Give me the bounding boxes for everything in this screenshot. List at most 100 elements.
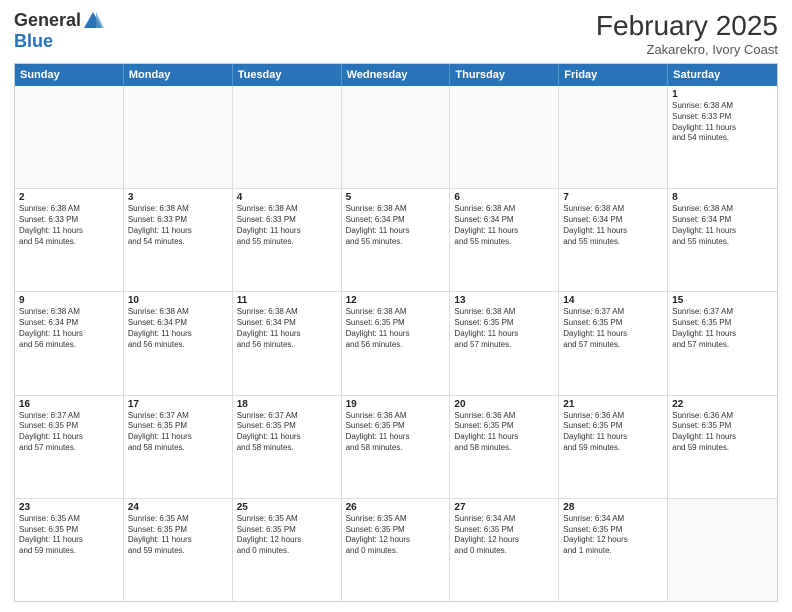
calendar-cell-day-18: 18Sunrise: 6:37 AMSunset: 6:35 PMDayligh…: [233, 396, 342, 498]
calendar-cell-day-2: 2Sunrise: 6:38 AMSunset: 6:33 PMDaylight…: [15, 189, 124, 291]
cell-info: Sunrise: 6:35 AMSunset: 6:35 PMDaylight:…: [237, 514, 337, 557]
cell-info: Sunrise: 6:37 AMSunset: 6:35 PMDaylight:…: [128, 411, 228, 454]
cell-info: Sunrise: 6:36 AMSunset: 6:35 PMDaylight:…: [454, 411, 554, 454]
calendar-cell-day-16: 16Sunrise: 6:37 AMSunset: 6:35 PMDayligh…: [15, 396, 124, 498]
day-number: 15: [672, 295, 773, 306]
calendar-cell-day-6: 6Sunrise: 6:38 AMSunset: 6:34 PMDaylight…: [450, 189, 559, 291]
calendar-cell-day-26: 26Sunrise: 6:35 AMSunset: 6:35 PMDayligh…: [342, 499, 451, 601]
calendar-cell-empty: [668, 499, 777, 601]
calendar-cell-day-3: 3Sunrise: 6:38 AMSunset: 6:33 PMDaylight…: [124, 189, 233, 291]
day-number: 20: [454, 399, 554, 410]
logo-blue: Blue: [14, 32, 104, 50]
day-number: 23: [19, 502, 119, 513]
cell-info: Sunrise: 6:38 AMSunset: 6:33 PMDaylight:…: [672, 101, 773, 144]
calendar-cell-empty: [15, 86, 124, 188]
calendar-cell-day-15: 15Sunrise: 6:37 AMSunset: 6:35 PMDayligh…: [668, 292, 777, 394]
day-number: 16: [19, 399, 119, 410]
title-block: February 2025 Zakarekro, Ivory Coast: [596, 10, 778, 57]
calendar-row-2: 9Sunrise: 6:38 AMSunset: 6:34 PMDaylight…: [15, 292, 777, 395]
day-number: 18: [237, 399, 337, 410]
calendar-cell-empty: [124, 86, 233, 188]
cell-info: Sunrise: 6:35 AMSunset: 6:35 PMDaylight:…: [346, 514, 446, 557]
day-number: 12: [346, 295, 446, 306]
day-number: 17: [128, 399, 228, 410]
calendar-cell-day-12: 12Sunrise: 6:38 AMSunset: 6:35 PMDayligh…: [342, 292, 451, 394]
calendar-cell-empty: [233, 86, 342, 188]
calendar-cell-day-24: 24Sunrise: 6:35 AMSunset: 6:35 PMDayligh…: [124, 499, 233, 601]
day-number: 25: [237, 502, 337, 513]
cell-info: Sunrise: 6:38 AMSunset: 6:34 PMDaylight:…: [672, 204, 773, 247]
location: Zakarekro, Ivory Coast: [596, 42, 778, 57]
calendar-cell-day-28: 28Sunrise: 6:34 AMSunset: 6:35 PMDayligh…: [559, 499, 668, 601]
weekday-header-thursday: Thursday: [450, 64, 559, 86]
day-number: 11: [237, 295, 337, 306]
day-number: 5: [346, 192, 446, 203]
calendar-cell-day-21: 21Sunrise: 6:36 AMSunset: 6:35 PMDayligh…: [559, 396, 668, 498]
cell-info: Sunrise: 6:37 AMSunset: 6:35 PMDaylight:…: [19, 411, 119, 454]
cell-info: Sunrise: 6:38 AMSunset: 6:34 PMDaylight:…: [237, 307, 337, 350]
cell-info: Sunrise: 6:37 AMSunset: 6:35 PMDaylight:…: [563, 307, 663, 350]
day-number: 28: [563, 502, 663, 513]
cell-info: Sunrise: 6:34 AMSunset: 6:35 PMDaylight:…: [454, 514, 554, 557]
weekday-header-saturday: Saturday: [668, 64, 777, 86]
calendar-cell-day-8: 8Sunrise: 6:38 AMSunset: 6:34 PMDaylight…: [668, 189, 777, 291]
calendar-cell-day-4: 4Sunrise: 6:38 AMSunset: 6:33 PMDaylight…: [233, 189, 342, 291]
day-number: 19: [346, 399, 446, 410]
calendar-cell-day-17: 17Sunrise: 6:37 AMSunset: 6:35 PMDayligh…: [124, 396, 233, 498]
page: General Blue February 2025 Zakarekro, Iv…: [0, 0, 792, 612]
calendar-cell-day-11: 11Sunrise: 6:38 AMSunset: 6:34 PMDayligh…: [233, 292, 342, 394]
day-number: 26: [346, 502, 446, 513]
calendar-cell-day-27: 27Sunrise: 6:34 AMSunset: 6:35 PMDayligh…: [450, 499, 559, 601]
weekday-header-monday: Monday: [124, 64, 233, 86]
logo-general: General: [14, 10, 104, 32]
calendar-cell-day-20: 20Sunrise: 6:36 AMSunset: 6:35 PMDayligh…: [450, 396, 559, 498]
calendar-row-3: 16Sunrise: 6:37 AMSunset: 6:35 PMDayligh…: [15, 396, 777, 499]
cell-info: Sunrise: 6:36 AMSunset: 6:35 PMDaylight:…: [563, 411, 663, 454]
day-number: 7: [563, 192, 663, 203]
calendar-cell-empty: [559, 86, 668, 188]
calendar-cell-empty: [342, 86, 451, 188]
weekday-header-sunday: Sunday: [15, 64, 124, 86]
weekday-header-friday: Friday: [559, 64, 668, 86]
cell-info: Sunrise: 6:38 AMSunset: 6:35 PMDaylight:…: [454, 307, 554, 350]
cell-info: Sunrise: 6:34 AMSunset: 6:35 PMDaylight:…: [563, 514, 663, 557]
cell-info: Sunrise: 6:38 AMSunset: 6:33 PMDaylight:…: [19, 204, 119, 247]
cell-info: Sunrise: 6:38 AMSunset: 6:34 PMDaylight:…: [19, 307, 119, 350]
day-number: 21: [563, 399, 663, 410]
calendar-body: 1Sunrise: 6:38 AMSunset: 6:33 PMDaylight…: [15, 86, 777, 601]
cell-info: Sunrise: 6:38 AMSunset: 6:33 PMDaylight:…: [237, 204, 337, 247]
calendar-cell-day-22: 22Sunrise: 6:36 AMSunset: 6:35 PMDayligh…: [668, 396, 777, 498]
calendar-cell-day-25: 25Sunrise: 6:35 AMSunset: 6:35 PMDayligh…: [233, 499, 342, 601]
cell-info: Sunrise: 6:38 AMSunset: 6:34 PMDaylight:…: [563, 204, 663, 247]
calendar-cell-day-1: 1Sunrise: 6:38 AMSunset: 6:33 PMDaylight…: [668, 86, 777, 188]
calendar-row-0: 1Sunrise: 6:38 AMSunset: 6:33 PMDaylight…: [15, 86, 777, 189]
calendar-cell-day-7: 7Sunrise: 6:38 AMSunset: 6:34 PMDaylight…: [559, 189, 668, 291]
day-number: 6: [454, 192, 554, 203]
day-number: 13: [454, 295, 554, 306]
day-number: 22: [672, 399, 773, 410]
day-number: 3: [128, 192, 228, 203]
cell-info: Sunrise: 6:35 AMSunset: 6:35 PMDaylight:…: [19, 514, 119, 557]
cell-info: Sunrise: 6:37 AMSunset: 6:35 PMDaylight:…: [237, 411, 337, 454]
cell-info: Sunrise: 6:38 AMSunset: 6:34 PMDaylight:…: [128, 307, 228, 350]
calendar-cell-day-5: 5Sunrise: 6:38 AMSunset: 6:34 PMDaylight…: [342, 189, 451, 291]
calendar-row-4: 23Sunrise: 6:35 AMSunset: 6:35 PMDayligh…: [15, 499, 777, 601]
day-number: 10: [128, 295, 228, 306]
day-number: 14: [563, 295, 663, 306]
calendar-cell-day-13: 13Sunrise: 6:38 AMSunset: 6:35 PMDayligh…: [450, 292, 559, 394]
cell-info: Sunrise: 6:36 AMSunset: 6:35 PMDaylight:…: [346, 411, 446, 454]
calendar-cell-day-23: 23Sunrise: 6:35 AMSunset: 6:35 PMDayligh…: [15, 499, 124, 601]
day-number: 2: [19, 192, 119, 203]
day-number: 27: [454, 502, 554, 513]
calendar-header: SundayMondayTuesdayWednesdayThursdayFrid…: [15, 64, 777, 86]
cell-info: Sunrise: 6:35 AMSunset: 6:35 PMDaylight:…: [128, 514, 228, 557]
cell-info: Sunrise: 6:38 AMSunset: 6:35 PMDaylight:…: [346, 307, 446, 350]
weekday-header-wednesday: Wednesday: [342, 64, 451, 86]
month-year: February 2025: [596, 10, 778, 42]
day-number: 1: [672, 89, 773, 100]
calendar-cell-day-19: 19Sunrise: 6:36 AMSunset: 6:35 PMDayligh…: [342, 396, 451, 498]
day-number: 24: [128, 502, 228, 513]
cell-info: Sunrise: 6:38 AMSunset: 6:34 PMDaylight:…: [454, 204, 554, 247]
cell-info: Sunrise: 6:37 AMSunset: 6:35 PMDaylight:…: [672, 307, 773, 350]
header: General Blue February 2025 Zakarekro, Iv…: [14, 10, 778, 57]
